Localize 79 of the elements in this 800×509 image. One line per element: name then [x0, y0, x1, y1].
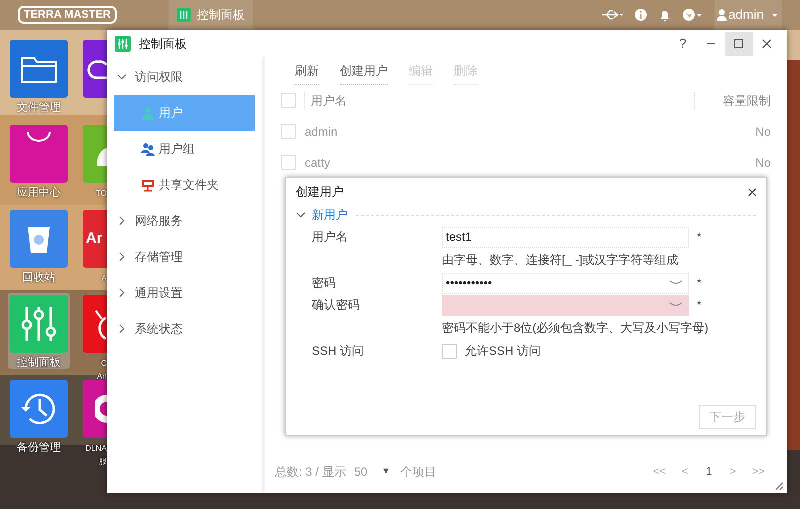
close-icon [762, 38, 772, 48]
dialog-title: 创建用户 [296, 184, 344, 201]
toolbar-button[interactable]: 刷新 [295, 62, 319, 85]
app-tile[interactable] [10, 295, 68, 353]
app-tile[interactable] [83, 380, 107, 438]
user-icon [141, 106, 155, 120]
app-tile[interactable]: Ar [83, 210, 107, 268]
field-label: 确认密码 [312, 297, 361, 314]
hint-text: 密码不能小于8位(必须包含数字、大写及小写字母) [442, 320, 709, 337]
bag-icon [27, 131, 51, 143]
column-header[interactable]: 用户名 [304, 92, 694, 110]
users-icon [141, 142, 155, 156]
app-label: 备份管理 [16, 442, 62, 455]
sidebar-group[interactable]: 存储管理 [107, 239, 262, 275]
page-button[interactable]: 1 [704, 464, 714, 480]
sidebar-group[interactable]: 通用设置 [107, 275, 262, 311]
help-button[interactable]: ? [669, 32, 697, 56]
maximize-icon [734, 38, 744, 48]
close-icon [748, 188, 757, 196]
resize-grip-icon [774, 481, 784, 491]
maximize-button[interactable] [725, 32, 753, 56]
app-label: DLNA 服 [84, 443, 107, 468]
window-title: 控制面板 [139, 36, 187, 52]
user-icon [716, 9, 727, 21]
field-label: 用户名 [312, 229, 349, 246]
checkbox[interactable] [281, 124, 296, 139]
app-tile[interactable] [10, 40, 68, 98]
sidebar-group[interactable]: 网络服务 [107, 203, 262, 239]
field-label: 密码 [312, 275, 337, 292]
checkbox[interactable] [281, 93, 296, 108]
required-mark: * [697, 275, 702, 292]
total-count: 总数: 3 / 显示 [275, 464, 346, 481]
sliders-icon [115, 36, 131, 52]
sidebar-group[interactable]: 访问权限 [107, 59, 262, 95]
shared-folder-icon [141, 178, 155, 192]
user-name: admin [728, 6, 764, 24]
eye-closed-icon [669, 280, 683, 286]
password-field[interactable] [442, 294, 689, 316]
table-cell-text: catty [305, 154, 332, 172]
app-label: 控制面板 [16, 357, 62, 370]
logo: TERRA MASTER [18, 6, 117, 24]
required-mark: * [697, 297, 702, 314]
eye-closed-icon [669, 302, 683, 308]
field-label: SSH 访问 [312, 343, 366, 360]
checkbox[interactable] [281, 155, 296, 170]
bell-icon [658, 9, 671, 21]
app-tile[interactable] [10, 380, 68, 438]
sidebar-item[interactable]: 共享文件夹 [114, 167, 255, 203]
ssh-checkbox[interactable]: 允许SSH 访问 [442, 342, 542, 360]
usb-icon [600, 9, 623, 21]
app-label: 回收站 [22, 272, 56, 285]
app-label: A [100, 273, 107, 285]
table-cell-text: No [756, 124, 771, 140]
sidebar-item[interactable]: 用户组 [114, 131, 255, 167]
input-field[interactable]: test1 [442, 226, 689, 248]
app-label: TO [95, 188, 107, 200]
column-header[interactable]: 容量限制 [694, 92, 771, 110]
info-icon [634, 9, 647, 21]
app-tile[interactable] [10, 210, 68, 268]
close-button[interactable] [748, 188, 757, 196]
toolbar-button[interactable]: 创建用户 [340, 62, 388, 85]
app-tile[interactable] [10, 125, 68, 183]
app-tile[interactable] [83, 40, 107, 98]
sidebar-group[interactable]: 系统状态 [107, 311, 262, 347]
sliders-icon [176, 8, 191, 22]
app-label: C An [96, 358, 107, 383]
section-toggle[interactable]: 新用户 [296, 206, 348, 224]
table-cell-text: No [756, 154, 771, 172]
table-cell-text: admin [305, 124, 339, 140]
page-size-dropdown[interactable]: 50 ▼ [354, 463, 391, 481]
app-tile[interactable] [83, 295, 107, 353]
app-label: 文件管理 [16, 102, 62, 115]
password-field[interactable]: ••••••••••• [442, 272, 689, 294]
taskbar-app-label: 控制面板 [196, 7, 245, 24]
app-label: 应用中心 [16, 187, 62, 200]
hint-text: 由字母、数字、连接符[_ -]或汉字字符等组成 [442, 252, 679, 269]
app-tile[interactable] [83, 125, 107, 183]
items-label: 个项目 [400, 464, 437, 481]
required-mark: * [697, 229, 702, 246]
